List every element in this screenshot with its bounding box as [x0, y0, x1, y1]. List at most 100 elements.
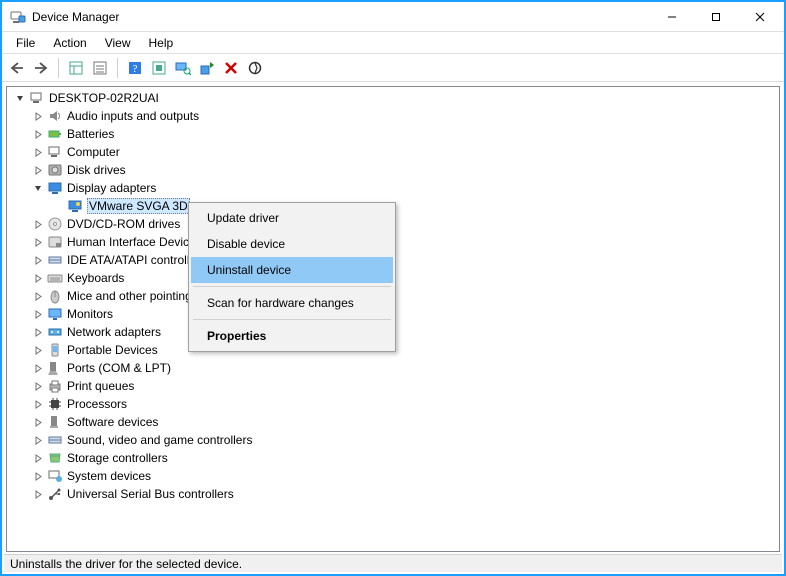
help-button[interactable]: ? [124, 57, 146, 79]
tree-item-label: DVD/CD-ROM drives [67, 217, 180, 231]
context-menu-item[interactable]: Update driver [191, 205, 393, 231]
collapse-icon[interactable] [13, 91, 27, 105]
tree-category[interactable]: Ports (COM & LPT) [11, 359, 779, 377]
portable-icon [47, 342, 63, 358]
dvd-icon [47, 216, 63, 232]
menu-help[interactable]: Help [141, 34, 182, 52]
titlebar: Device Manager [2, 2, 784, 32]
expand-icon[interactable] [31, 127, 45, 141]
tree-category[interactable]: Sound, video and game controllers [11, 431, 779, 449]
expand-icon[interactable] [31, 487, 45, 501]
tree-item-label: Disk drives [67, 163, 126, 177]
status-bar: Uninstalls the driver for the selected d… [4, 554, 782, 572]
tree-category[interactable]: System devices [11, 467, 779, 485]
disk-icon [47, 162, 63, 178]
menu-file[interactable]: File [8, 34, 43, 52]
svg-text:?: ? [133, 63, 138, 75]
expand-icon[interactable] [31, 415, 45, 429]
context-menu-separator [193, 286, 391, 287]
tree-root[interactable]: DESKTOP-02R2UAI [11, 89, 779, 107]
toolbar-separator [117, 58, 118, 78]
show-hide-tree-button[interactable] [65, 57, 87, 79]
audio-icon [47, 108, 63, 124]
context-menu-item[interactable]: Uninstall device [191, 257, 393, 283]
minimize-button[interactable] [650, 2, 694, 32]
tree-category[interactable]: Software devices [11, 413, 779, 431]
context-menu-item[interactable]: Properties [191, 323, 393, 349]
expand-icon[interactable] [31, 361, 45, 375]
tree-category[interactable]: Audio inputs and outputs [11, 107, 779, 125]
scan-hardware-button[interactable] [172, 57, 194, 79]
tree-category[interactable]: Batteries [11, 125, 779, 143]
expand-icon[interactable] [31, 397, 45, 411]
tree-item-label: Network adapters [67, 325, 161, 339]
port-icon [47, 360, 63, 376]
tree-category[interactable]: Display adapters [11, 179, 779, 197]
close-button[interactable] [738, 2, 782, 32]
action-button[interactable] [148, 57, 170, 79]
tree-category[interactable]: Universal Serial Bus controllers [11, 485, 779, 503]
expand-icon[interactable] [31, 253, 45, 267]
menu-action[interactable]: Action [45, 34, 94, 52]
tree-item-label: Processors [67, 397, 127, 411]
context-menu-item[interactable]: Scan for hardware changes [191, 290, 393, 316]
tree-category[interactable]: Processors [11, 395, 779, 413]
update-driver-button[interactable] [196, 57, 218, 79]
tree-item-label: Display adapters [67, 181, 156, 195]
back-button[interactable] [6, 57, 28, 79]
disable-button[interactable] [244, 57, 266, 79]
ide-icon [47, 432, 63, 448]
tree-item-label: System devices [67, 469, 151, 483]
app-icon [10, 9, 26, 25]
tree-item-label: Monitors [67, 307, 113, 321]
expand-icon[interactable] [31, 235, 45, 249]
computer-icon [29, 90, 45, 106]
tree-item-label: Ports (COM & LPT) [67, 361, 171, 375]
usb-icon [47, 486, 63, 502]
tree-category[interactable]: Print queues [11, 377, 779, 395]
expand-icon[interactable] [31, 469, 45, 483]
monitor-icon [47, 306, 63, 322]
expand-icon[interactable] [31, 163, 45, 177]
storage-icon [47, 450, 63, 466]
expand-icon[interactable] [31, 433, 45, 447]
collapse-icon[interactable] [31, 181, 45, 195]
tree-category[interactable]: Disk drives [11, 161, 779, 179]
expand-icon[interactable] [31, 289, 45, 303]
tree-item-label: IDE ATA/ATAPI controllers [67, 253, 206, 267]
menubar: File Action View Help [2, 32, 784, 54]
tree-item-label: Human Interface Devices [67, 235, 202, 249]
expand-icon[interactable] [31, 379, 45, 393]
tree-item-label: Keyboards [67, 271, 124, 285]
expand-icon[interactable] [31, 145, 45, 159]
maximize-button[interactable] [694, 2, 738, 32]
tree-item-label: DESKTOP-02R2UAI [49, 91, 159, 105]
expand-icon[interactable] [31, 217, 45, 231]
expand-icon[interactable] [31, 343, 45, 357]
tree-item-label: Audio inputs and outputs [67, 109, 199, 123]
window-title: Device Manager [32, 10, 119, 24]
forward-button[interactable] [30, 57, 52, 79]
properties-button[interactable] [89, 57, 111, 79]
tree-item-label: Computer [67, 145, 120, 159]
display-icon [47, 180, 63, 196]
context-menu-item[interactable]: Disable device [191, 231, 393, 257]
system-icon [47, 468, 63, 484]
menu-view[interactable]: View [97, 34, 139, 52]
tree-category[interactable]: Storage controllers [11, 449, 779, 467]
tree-item-label: Sound, video and game controllers [67, 433, 252, 447]
software-icon [47, 414, 63, 430]
tree-item-label: Portable Devices [67, 343, 158, 357]
tree-item-label: Universal Serial Bus controllers [67, 487, 234, 501]
toolbar-separator [58, 58, 59, 78]
expand-icon[interactable] [31, 307, 45, 321]
expand-icon[interactable] [31, 451, 45, 465]
uninstall-button[interactable] [220, 57, 242, 79]
tree-category[interactable]: Computer [11, 143, 779, 161]
tree-item-label: Batteries [67, 127, 114, 141]
expand-icon[interactable] [31, 271, 45, 285]
expand-icon[interactable] [31, 109, 45, 123]
vmware-icon [67, 198, 83, 214]
expand-icon[interactable] [31, 325, 45, 339]
cpu-icon [47, 396, 63, 412]
